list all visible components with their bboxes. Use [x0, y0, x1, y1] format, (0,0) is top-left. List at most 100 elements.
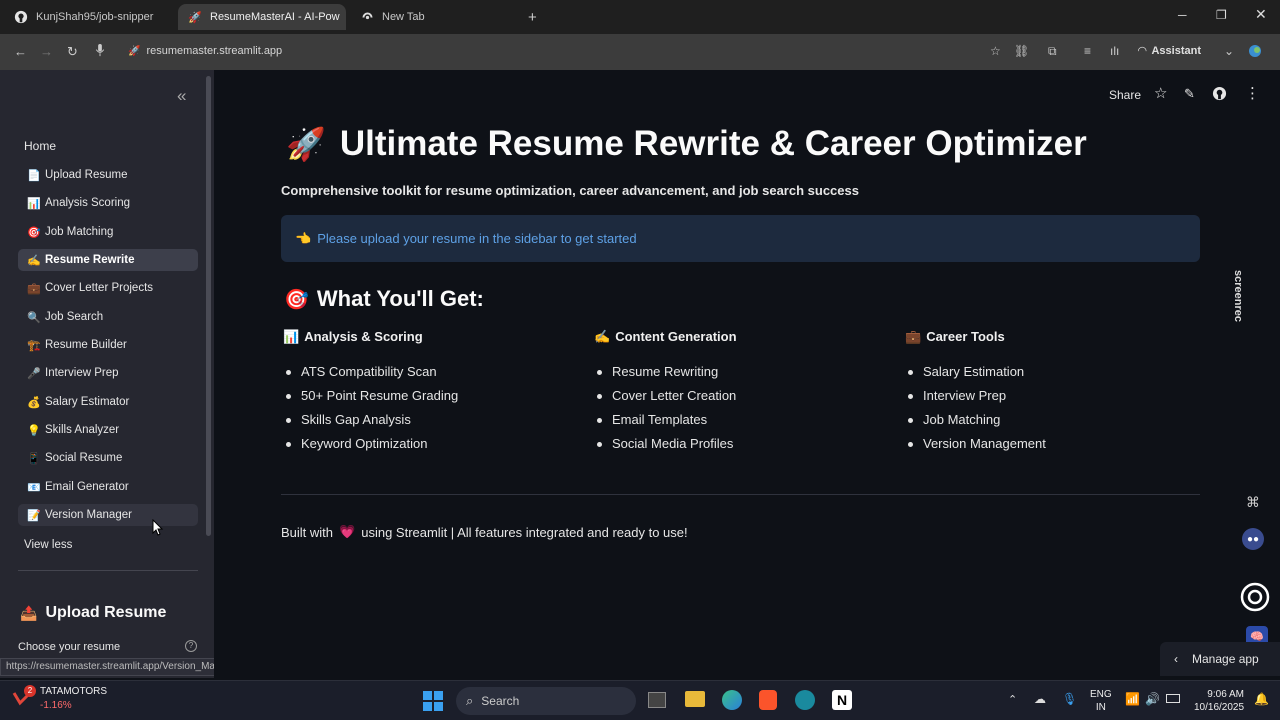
sidebar-item-label: Resume Builder	[45, 339, 127, 351]
restore-icon[interactable]: ❐	[1216, 8, 1227, 22]
manage-app-button[interactable]: ‹ Manage app	[1160, 642, 1280, 676]
browser-app-icon[interactable]	[795, 690, 815, 710]
mic-tray-icon[interactable]: 🎙	[1062, 692, 1077, 706]
upload-emoji-icon: 📤	[20, 604, 38, 621]
rocket-icon: 🚀	[188, 11, 202, 24]
tab-github[interactable]: KunjShah95/job-snipper	[4, 4, 172, 30]
wifi-icon[interactable]: 📶	[1125, 692, 1140, 706]
sidebar-item[interactable]: 🎯 Job Matching	[18, 221, 198, 243]
sidebar-item[interactable]: 📧 Email Generator	[18, 476, 198, 498]
tab-label: New Tab	[382, 11, 425, 23]
sidebar-item-emoji-icon: 💰	[27, 396, 41, 409]
help-icon[interactable]: ?	[185, 640, 197, 652]
list-item: 50+ Point Resume Grading	[283, 384, 458, 408]
sidebar-item-label: Job Search	[45, 311, 104, 323]
new-tab-button[interactable]: +	[528, 9, 537, 26]
briefcase-icon: 💼	[905, 329, 922, 344]
sidebar-item[interactable]: 🏗️ Resume Builder	[18, 334, 198, 356]
share-button[interactable]: Share	[1109, 88, 1141, 102]
tab-resumemaster[interactable]: 🚀 ResumeMasterAI - AI-Powere	[178, 4, 346, 30]
url-text: resumemaster.streamlit.app	[146, 45, 283, 57]
windows-start-icon[interactable]	[423, 691, 443, 716]
chatgpt-icon[interactable]	[1240, 582, 1270, 617]
minimize-icon[interactable]: ─	[1178, 8, 1187, 22]
stock-name[interactable]: TATAMOTORS	[40, 686, 107, 697]
mouse-cursor-icon	[152, 518, 164, 542]
more-vertical-icon[interactable]: ⋮	[1245, 84, 1260, 102]
assistant-button[interactable]: ◠ Assistant	[1138, 44, 1201, 58]
sidebar-item-emoji-icon: 📄	[27, 169, 41, 182]
reload-icon[interactable]: ↻	[67, 44, 78, 60]
url-field[interactable]: 🚀 resumemaster.streamlit.app	[128, 45, 282, 57]
task-view-icon[interactable]	[648, 692, 666, 708]
link-icon[interactable]: ⛓	[1014, 44, 1029, 58]
clock[interactable]: 9:06 AM 10/16/2025	[1194, 688, 1244, 714]
sidebar-item[interactable]: ✍️ Resume Rewrite	[18, 249, 198, 271]
info-text: Please upload your resume in the sidebar…	[317, 231, 637, 246]
brave-icon[interactable]	[759, 690, 777, 710]
taskbar-search[interactable]: ⌕ Search	[456, 687, 636, 715]
edge-icon[interactable]	[722, 690, 742, 710]
tab-label: KunjShah95/job-snipper	[36, 11, 154, 23]
sidebar-item-emoji-icon: 💡	[27, 424, 41, 437]
sidebar-item[interactable]: 💰 Salary Estimator	[18, 391, 198, 413]
stock-widget-icon[interactable]: 2	[12, 685, 36, 709]
sidebar-item-label: Email Generator	[45, 481, 129, 493]
sidebar-item[interactable]: 💡 Skills Analyzer	[18, 419, 198, 441]
sidebar-item[interactable]: 💼 Cover Letter Projects	[18, 277, 198, 299]
forward-icon[interactable]: →	[40, 44, 53, 59]
sidebar-item[interactable]: 🎤 Interview Prep	[18, 362, 198, 384]
page-subtitle: Comprehensive toolkit for resume optimiz…	[281, 183, 859, 198]
back-icon[interactable]: ←	[14, 44, 27, 59]
sidebar-item-emoji-icon: 📱	[27, 452, 41, 465]
cloud-icon[interactable]: ☁	[1034, 692, 1046, 706]
extensions-icon[interactable]: ⧉	[1048, 44, 1057, 59]
sidebar: « Home 📄 Upload Resume 📊 Analysis Scoring 🎯 J…	[0, 70, 214, 678]
sidebar-item-home[interactable]: Home	[24, 139, 56, 153]
sidebar-item-emoji-icon: 🎯	[27, 226, 41, 239]
sidebar-item[interactable]: 📊 Analysis Scoring	[18, 192, 198, 214]
profile-icon[interactable]	[1248, 44, 1262, 61]
sidebar-scrollbar[interactable]	[206, 76, 211, 536]
grid-command-icon[interactable]: ⌘	[1246, 494, 1260, 511]
sidebar-item[interactable]: 📄 Upload Resume	[18, 164, 198, 186]
list-item: Version Management	[905, 432, 1046, 456]
tray-chevron-up-icon[interactable]: ⌃	[1008, 693, 1017, 706]
sidebar-item-emoji-icon: 🔍	[27, 311, 41, 324]
notion-icon[interactable]: N	[832, 690, 852, 710]
tab-new-tab[interactable]: New Tab	[350, 4, 520, 30]
search-icon: ⌕	[466, 693, 474, 708]
copilot-bot-icon[interactable]: ●●	[1242, 528, 1264, 550]
notification-bell-icon[interactable]: 🔔	[1254, 692, 1269, 706]
sidebar-item-label: Interview Prep	[45, 367, 119, 379]
main-content: Share ☆ ✎ ⋮ 🚀 Ultimate Resume Rewrite & …	[214, 70, 1280, 678]
sidebar-item[interactable]: 📱 Social Resume	[18, 447, 198, 469]
bookmark-star-icon[interactable]: ☆	[990, 44, 1001, 58]
status-url: https://resumemaster.streamlit.app/Versi…	[0, 658, 247, 676]
chevron-down-icon[interactable]: ⌄	[1224, 44, 1234, 58]
menu-lines-icon[interactable]: ≡	[1084, 44, 1091, 58]
sidebar-item-label: Skills Analyzer	[45, 424, 120, 436]
sidebar-item[interactable]: 🔍 Job Search	[18, 306, 198, 328]
star-icon[interactable]: ☆	[1154, 84, 1167, 102]
file-explorer-icon[interactable]	[685, 691, 705, 707]
newtab-icon	[360, 10, 374, 24]
volume-icon[interactable]: 🔊	[1145, 692, 1160, 706]
collapse-sidebar-icon[interactable]: «	[177, 86, 186, 106]
sidebar-item[interactable]: 📝 Version Manager	[18, 504, 198, 526]
github-icon[interactable]	[1212, 86, 1227, 106]
choose-resume-label: Choose your resume	[18, 641, 121, 653]
close-icon[interactable]: ✕	[1255, 6, 1267, 23]
address-bar: ← → ↻ 🚀 resumemaster.streamlit.app ☆ ⛓ ⧉…	[0, 34, 1280, 70]
edit-pencil-icon[interactable]: ✎	[1184, 86, 1195, 102]
microphone-icon[interactable]	[95, 44, 105, 60]
feature-list: Resume Rewriting Cover Letter Creation E…	[594, 360, 736, 456]
battery-icon[interactable]	[1166, 694, 1180, 703]
target-icon: 🎯	[284, 288, 309, 311]
audio-wave-icon[interactable]: ılı	[1110, 44, 1119, 58]
view-less-link[interactable]: View less	[24, 539, 72, 551]
language-indicator[interactable]: ENG IN	[1090, 688, 1112, 714]
feature-list: Salary Estimation Interview Prep Job Mat…	[905, 360, 1046, 456]
chart-icon: 📊	[283, 329, 300, 344]
column-title: 💼 Career Tools	[905, 329, 1005, 344]
